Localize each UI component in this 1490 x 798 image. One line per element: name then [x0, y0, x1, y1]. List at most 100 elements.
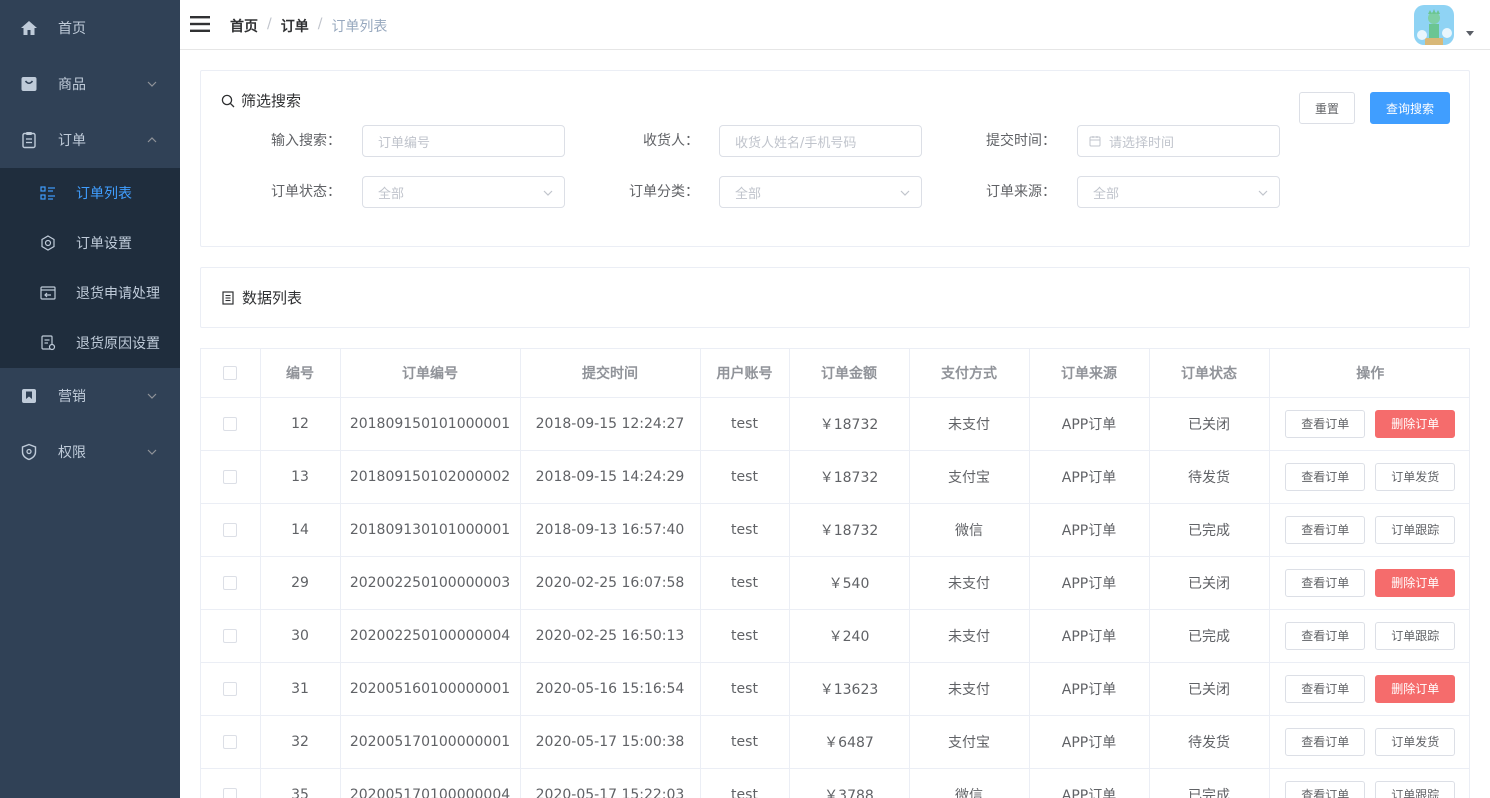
chevron-down-icon [146, 78, 158, 90]
payment-method-cell: 未支付 [909, 556, 1030, 610]
row-action-button[interactable]: 删除订单 [1375, 568, 1456, 597]
sidebar-item-orders[interactable]: 订单 [0, 112, 180, 168]
table-header-row: 编号 订单编号 提交时间 用户账号 订单金额 支付方式 订单来源 订单状态 操作 [201, 349, 1469, 398]
keyword-label: 输入搜索： [271, 133, 341, 149]
receiver-label: 收货人： [643, 133, 699, 149]
receiver-placeholder: 收货人姓名/手机号码 [735, 135, 857, 151]
sidebar-item-label: 权限 [58, 445, 86, 461]
order-amount-cell: ￥18732 [789, 450, 910, 504]
submit-time-cell: 2018-09-15 12:24:27 [520, 397, 701, 451]
row-action-button[interactable]: 订单跟踪 [1375, 515, 1456, 544]
row-action-button[interactable]: 订单跟踪 [1375, 780, 1456, 798]
order-id-cell: 31 [260, 662, 341, 716]
submit-time-cell: 2020-02-25 16:07:58 [520, 556, 701, 610]
view-order-button[interactable]: 查看订单 [1285, 621, 1366, 650]
query-search-button[interactable]: 查询搜索 [1370, 92, 1450, 124]
row-select-cell [201, 556, 261, 610]
order-source-cell: APP订单 [1029, 503, 1150, 557]
row-checkbox[interactable] [223, 522, 238, 537]
top-navbar: 首页 / 订单 / 订单列表 [180, 0, 1490, 50]
breadcrumb-orders[interactable]: 订单 [281, 16, 309, 36]
order-status-select[interactable]: 全部 [362, 176, 565, 208]
search-icon [221, 94, 235, 108]
reset-button[interactable]: 重置 [1299, 92, 1355, 124]
table-row: 13 201809150102000002 2018-09-15 14:24:29 t… [201, 450, 1469, 504]
data-list-title-text: 数据列表 [242, 289, 303, 307]
order-status-cell: 已完成 [1149, 768, 1270, 798]
table-row: 35 202005170100000004 2020-05-17 15:22:03 t… [201, 768, 1469, 798]
row-action-button[interactable]: 删除订单 [1375, 409, 1456, 438]
row-checkbox[interactable] [223, 628, 238, 643]
row-checkbox[interactable] [223, 681, 238, 696]
row-checkbox[interactable] [223, 787, 238, 798]
sidebar-item-marketing[interactable]: 营销 [0, 368, 180, 424]
date-picker[interactable]: 请选择时间 [1077, 125, 1280, 157]
orders-table: 编号 订单编号 提交时间 用户账号 订单金额 支付方式 订单来源 订单状态 操作… [200, 348, 1470, 798]
order-number-cell: 202005170100000001 [340, 715, 521, 769]
select-all-checkbox[interactable] [223, 365, 238, 380]
sidebar-item-order-settings[interactable]: 订单设置 [0, 218, 180, 268]
breadcrumb-home[interactable]: 首页 [230, 16, 258, 36]
breadcrumb: 首页 / 订单 / 订单列表 [230, 16, 387, 36]
order-number-cell: 202002250100000003 [340, 556, 521, 610]
row-action-button[interactable]: 删除订单 [1375, 674, 1456, 703]
submit-time-cell: 2020-02-25 16:50:13 [520, 609, 701, 663]
order-source-cell: APP订单 [1029, 556, 1150, 610]
order-status-cell: 已关闭 [1149, 556, 1270, 610]
sidebar-item-order-list[interactable]: 订单列表 [0, 168, 180, 218]
sidebar-item-label: 退货原因设置 [76, 336, 160, 352]
row-checkbox[interactable] [223, 575, 238, 590]
view-order-button[interactable]: 查看订单 [1285, 674, 1366, 703]
row-select-cell [201, 450, 261, 504]
table-row: 32 202005170100000001 2020-05-17 15:00:38 t… [201, 715, 1469, 769]
sidebar-item-label: 订单列表 [76, 186, 132, 202]
sidebar-item-label: 营销 [58, 389, 86, 405]
view-order-button[interactable]: 查看订单 [1285, 515, 1366, 544]
row-action-button[interactable]: 订单发货 [1375, 727, 1456, 756]
sidebar-item-products[interactable]: 商品 [0, 56, 180, 112]
sidebar-item-home[interactable]: 首页 [0, 0, 180, 56]
order-amount-cell: ￥13623 [789, 662, 910, 716]
view-order-button[interactable]: 查看订单 [1285, 780, 1366, 798]
bag-icon [20, 75, 38, 93]
sidebar-item-permissions[interactable]: 权限 [0, 424, 180, 480]
order-status-cell: 待发货 [1149, 715, 1270, 769]
date-placeholder: 请选择时间 [1109, 135, 1175, 151]
actions-cell: 查看订单 订单跟踪 [1269, 609, 1469, 663]
filter-panel: 筛选搜索 重置 查询搜索 输入搜索： 订单编号 收货人： 收货人姓名/手机号码 … [200, 70, 1470, 247]
order-source-select[interactable]: 全部 [1077, 176, 1280, 208]
receiver-input[interactable]: 收货人姓名/手机号码 [719, 125, 922, 157]
user-account-cell: test [700, 662, 790, 716]
view-order-button[interactable]: 查看订单 [1285, 462, 1366, 491]
row-action-button[interactable]: 订单发货 [1375, 462, 1456, 491]
user-avatar[interactable] [1414, 5, 1454, 45]
view-order-button[interactable]: 查看订单 [1285, 727, 1366, 756]
payment-method-cell: 微信 [909, 768, 1030, 798]
row-action-button[interactable]: 订单跟踪 [1375, 621, 1456, 650]
sidebar: 首页 商品 订单 订单列表 订单设置 退货申请处理 退货原因设置 营销 权限 [0, 0, 180, 798]
order-category-select[interactable]: 全部 [719, 176, 922, 208]
order-number-cell: 202005170100000004 [340, 768, 521, 798]
view-order-button[interactable]: 查看订单 [1285, 568, 1366, 597]
actions-cell: 查看订单 删除订单 [1269, 662, 1469, 716]
keyword-input[interactable]: 订单编号 [362, 125, 565, 157]
sidebar-item-label: 订单设置 [76, 236, 132, 252]
data-list-title: 数据列表 [221, 287, 302, 308]
order-source-cell: APP订单 [1029, 609, 1150, 663]
row-checkbox[interactable] [223, 734, 238, 749]
order-status-cell: 已完成 [1149, 609, 1270, 663]
order-status-cell: 已完成 [1149, 503, 1270, 557]
payment-method-cell: 支付宝 [909, 715, 1030, 769]
column-header: 订单状态 [1149, 349, 1270, 398]
hamburger-menu-icon[interactable] [190, 15, 210, 33]
payment-method-cell: 支付宝 [909, 450, 1030, 504]
column-header: 支付方式 [909, 349, 1030, 398]
caret-down-icon[interactable] [1466, 31, 1474, 36]
row-checkbox[interactable] [223, 469, 238, 484]
user-account-cell: test [700, 503, 790, 557]
view-order-button[interactable]: 查看订单 [1285, 409, 1366, 438]
row-select-cell [201, 662, 261, 716]
row-checkbox[interactable] [223, 416, 238, 431]
sidebar-item-return-apply[interactable]: 退货申请处理 [0, 268, 180, 318]
sidebar-item-return-reason[interactable]: 退货原因设置 [0, 318, 180, 368]
